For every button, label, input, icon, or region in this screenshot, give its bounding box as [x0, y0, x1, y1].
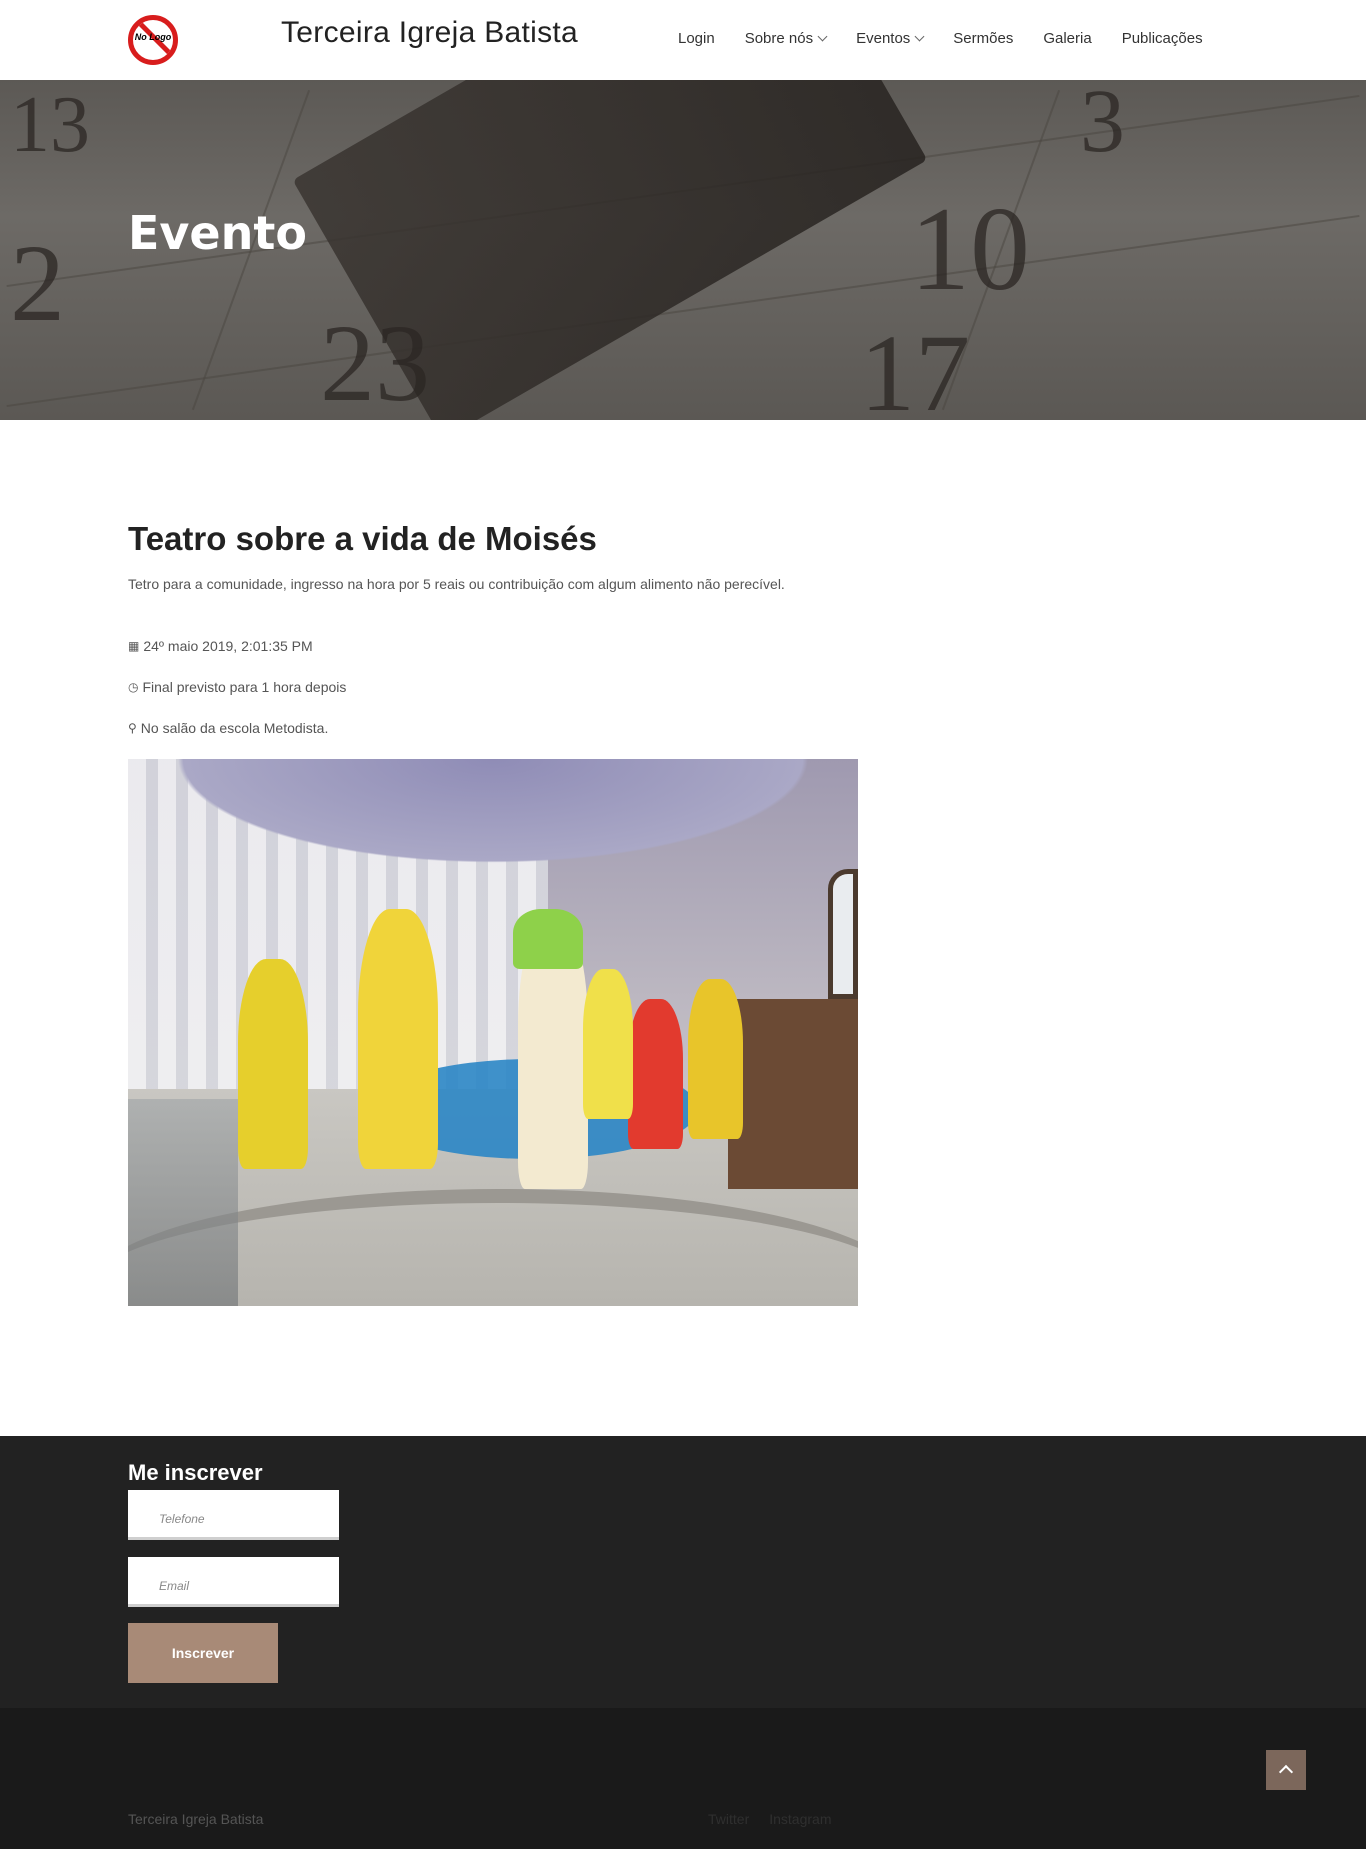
hero-banner: 3 10 2 23 17 13 Evento [0, 80, 1366, 420]
event-date: ▦ 24º maio 2019, 2:01:35 PM [128, 638, 313, 654]
subscribe-button[interactable]: Inscrever [128, 1623, 278, 1683]
event-end-text: Final previsto para 1 hora depois [142, 679, 347, 695]
photo-drape [128, 759, 858, 879]
site-brand[interactable]: Terceira Igreja Batista [281, 16, 578, 50]
nav-eventos-label: Eventos [856, 30, 911, 47]
phone-field[interactable]: Telefone [128, 1490, 339, 1540]
photo-child-figure [628, 999, 683, 1149]
event-description: Tetro para a comunidade, ingresso na hor… [128, 576, 785, 592]
footer-social: Twitter Instagram [708, 1811, 831, 1827]
twitter-link[interactable]: Twitter [708, 1811, 749, 1827]
calendar-icon: ▦ [128, 639, 140, 653]
nav-galeria[interactable]: Galeria [1043, 30, 1091, 47]
subscribe-title: Me inscrever [128, 1460, 263, 1485]
event-photo [128, 759, 858, 1306]
nav-sobre-nos-label: Sobre nós [744, 30, 814, 47]
logo-text: No Logo [134, 32, 172, 42]
event-end: ◷ Final previsto para 1 hora depois [128, 679, 346, 695]
page-title: Evento [128, 206, 307, 260]
photo-child-figure [688, 979, 743, 1139]
back-to-top-button[interactable] [1266, 1750, 1306, 1790]
event-place-text: No salão da escola Metodista. [140, 720, 329, 736]
logo[interactable]: No Logo [128, 15, 178, 65]
instagram-link[interactable]: Instagram [769, 1811, 831, 1827]
footer-copyright: Terceira Igreja Batista [128, 1811, 264, 1827]
clock-icon: ◷ [128, 680, 139, 694]
photo-child-figure [238, 959, 308, 1169]
calendar-number: 13 [10, 81, 90, 169]
email-field[interactable]: Email [128, 1557, 339, 1607]
calendar-number: 2 [10, 222, 65, 344]
nav-publicacoes[interactable]: Publicações [1122, 30, 1203, 47]
photo-window [828, 869, 858, 999]
subscribe-section: Me inscrever Telefone Email Inscrever [0, 1436, 1366, 1708]
nav-login-label: Login [678, 30, 715, 47]
calendar-number: 23 [320, 302, 430, 420]
site-header: No Logo Terceira Igreja Batista Login So… [0, 0, 1366, 80]
nav-galeria-label: Galeria [1043, 30, 1092, 47]
main-nav: Login Sobre nós Eventos Sermões Galeria … [678, 30, 1233, 47]
nav-sobre-nos[interactable]: Sobre nós [744, 30, 828, 47]
calendar-number: 10 [910, 182, 1030, 315]
photo-child-figure [513, 909, 583, 969]
bottom-footer: Terceira Igreja Batista Twitter Instagra… [0, 1708, 1366, 1849]
chevron-down-icon [817, 31, 828, 42]
calendar-number: 3 [1080, 80, 1125, 171]
photo-child-figure [583, 969, 633, 1119]
nav-sermoes-label: Sermões [953, 30, 1014, 47]
chevron-down-icon [914, 31, 925, 42]
event-title: Teatro sobre a vida de Moisés [128, 520, 597, 557]
chevron-up-icon [1278, 1764, 1294, 1780]
map-marker-icon: ⚲ [128, 721, 137, 735]
nav-publicacoes-label: Publicações [1121, 30, 1203, 47]
calendar-number: 17 [860, 312, 970, 420]
nav-eventos[interactable]: Eventos [856, 30, 925, 47]
photo-drum-kit [128, 1099, 238, 1306]
event-date-text: 24º maio 2019, 2:01:35 PM [143, 638, 313, 654]
nav-login[interactable]: Login [678, 30, 715, 47]
photo-pulpit [728, 999, 858, 1189]
event-place: ⚲ No salão da escola Metodista. [128, 720, 328, 736]
nav-sermoes[interactable]: Sermões [953, 30, 1013, 47]
photo-child-figure [358, 909, 438, 1169]
